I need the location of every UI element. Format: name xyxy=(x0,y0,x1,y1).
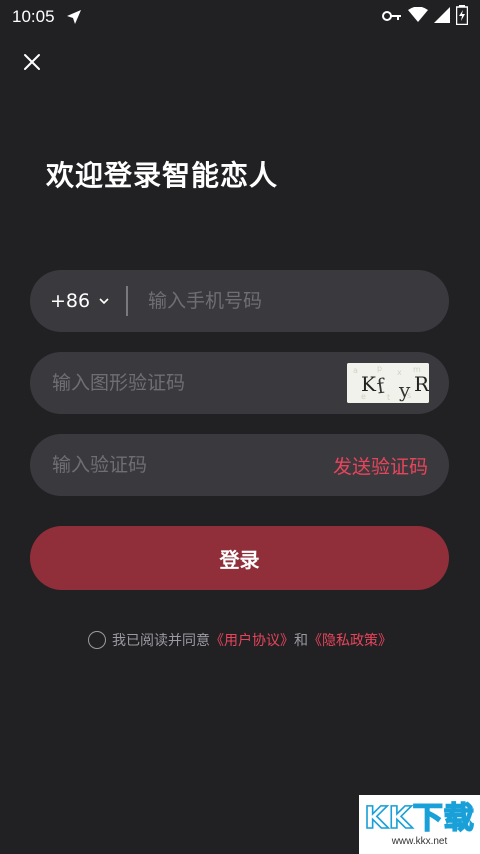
privacy-policy-link[interactable]: 《隐私政策》 xyxy=(308,630,392,650)
close-icon xyxy=(23,53,41,75)
svg-text:p: p xyxy=(377,364,382,373)
captcha-image[interactable]: apxm ets K f y R xyxy=(347,363,429,403)
watermark-url: www.kkx.net xyxy=(391,836,448,847)
agreement-checkbox[interactable] xyxy=(88,631,106,649)
agreement-conjunction: 和 xyxy=(294,633,308,649)
captcha-char-4: R xyxy=(414,372,429,396)
captcha-input[interactable] xyxy=(30,372,347,394)
wifi-icon xyxy=(408,6,428,27)
code-input[interactable] xyxy=(30,454,333,476)
key-icon xyxy=(382,8,402,27)
user-agreement-link[interactable]: 《用户协议》 xyxy=(210,630,294,650)
navigation-icon xyxy=(65,8,83,26)
phone-input[interactable] xyxy=(148,290,449,312)
country-code-label: +86 xyxy=(50,290,91,312)
send-code-button[interactable]: 发送验证码 xyxy=(333,452,428,479)
field-divider xyxy=(126,286,128,316)
chevron-down-icon xyxy=(99,298,109,305)
status-time: 10:05 xyxy=(12,7,55,26)
captcha-char-3: y xyxy=(398,378,411,402)
captcha-field: apxm ets K f y R xyxy=(30,352,449,414)
phone-field: +86 xyxy=(30,270,449,332)
agreement-prefix: 我已阅读并同意 xyxy=(112,633,210,649)
signal-icon xyxy=(434,7,450,27)
page-title: 欢迎登录智能恋人 xyxy=(46,159,279,192)
watermark-logo: KK下载 xyxy=(363,801,475,837)
status-bar: 10:05 xyxy=(0,0,480,34)
battery-charging-icon xyxy=(455,5,469,29)
agreement-row: 我已阅读并同意 《用户协议》 和 《隐私政策》 xyxy=(0,630,480,650)
svg-text:t: t xyxy=(387,393,390,402)
svg-text:a: a xyxy=(353,366,358,375)
country-code-selector[interactable]: +86 xyxy=(30,290,126,312)
status-icons xyxy=(382,5,469,29)
code-field: 发送验证码 xyxy=(30,434,449,496)
login-button[interactable]: 登录 xyxy=(30,526,449,590)
svg-text:x: x xyxy=(397,368,402,377)
watermark: KK下载 www.kkx.net xyxy=(359,795,480,854)
close-button[interactable] xyxy=(18,50,46,78)
